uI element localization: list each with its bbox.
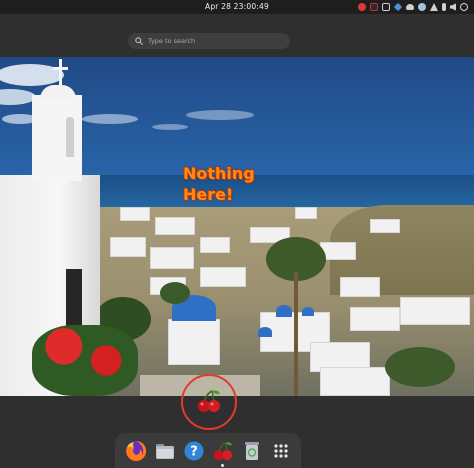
cloud-icon[interactable] bbox=[406, 4, 414, 10]
house bbox=[200, 267, 246, 287]
dock-item-help[interactable]: ? bbox=[182, 439, 205, 462]
blue-dome-small bbox=[276, 305, 292, 317]
dropbox-icon[interactable] bbox=[393, 2, 403, 12]
trash-icon bbox=[244, 441, 259, 460]
house bbox=[120, 207, 150, 221]
chapel-window bbox=[66, 117, 74, 157]
red-flowers bbox=[32, 325, 138, 396]
top-bar: Apr 28 23:00:49 bbox=[0, 0, 474, 14]
dock-item-cherry-app[interactable] bbox=[211, 439, 234, 467]
house bbox=[200, 237, 230, 253]
chapel-tower-top bbox=[40, 85, 76, 99]
bluetooth-icon[interactable] bbox=[442, 3, 446, 11]
cherry-tray-icon[interactable] bbox=[370, 3, 378, 11]
cherry-icon bbox=[213, 441, 232, 460]
bush bbox=[160, 282, 190, 304]
palm-tree bbox=[385, 347, 455, 387]
nothing-here-message: Nothing Here! bbox=[183, 164, 255, 204]
house bbox=[370, 219, 400, 233]
help-icon: ? bbox=[184, 441, 203, 460]
svg-text:?: ? bbox=[190, 444, 198, 459]
firefox-icon bbox=[125, 440, 146, 461]
blue-dome-small bbox=[258, 327, 272, 337]
palm-trunk bbox=[294, 272, 298, 396]
volume-icon[interactable] bbox=[450, 3, 456, 11]
chat-icon[interactable] bbox=[418, 3, 426, 11]
workspace-thumbnail[interactable]: Nothing Here! bbox=[0, 57, 474, 396]
house bbox=[350, 307, 400, 331]
screen-icon[interactable] bbox=[382, 3, 390, 11]
house bbox=[150, 247, 194, 269]
dock-item-files[interactable] bbox=[153, 439, 176, 462]
house bbox=[110, 237, 146, 257]
search-icon bbox=[135, 37, 143, 45]
app-grid-icon bbox=[273, 443, 288, 458]
blue-dome-small bbox=[302, 307, 314, 316]
chapel-tower bbox=[32, 95, 82, 181]
chapel-cross bbox=[59, 59, 62, 87]
dock-item-firefox[interactable] bbox=[124, 439, 147, 462]
dock: ? bbox=[115, 433, 301, 468]
system-tray bbox=[358, 2, 468, 12]
house bbox=[340, 277, 380, 297]
folder-icon bbox=[155, 443, 174, 459]
search-input[interactable] bbox=[148, 37, 283, 45]
network-icon[interactable] bbox=[430, 3, 438, 11]
running-indicator bbox=[221, 464, 224, 467]
chapel-cross-bar bbox=[53, 67, 68, 70]
search-bar[interactable] bbox=[128, 33, 290, 49]
power-icon[interactable] bbox=[460, 3, 468, 11]
house bbox=[320, 367, 390, 396]
dock-item-app-grid[interactable] bbox=[269, 439, 292, 462]
house bbox=[155, 217, 195, 235]
record-icon[interactable] bbox=[358, 3, 366, 11]
house bbox=[400, 297, 470, 325]
cherry-icon[interactable] bbox=[196, 389, 222, 413]
dock-item-trash[interactable] bbox=[240, 439, 263, 462]
house bbox=[295, 207, 317, 219]
blue-dome-church bbox=[168, 319, 220, 365]
